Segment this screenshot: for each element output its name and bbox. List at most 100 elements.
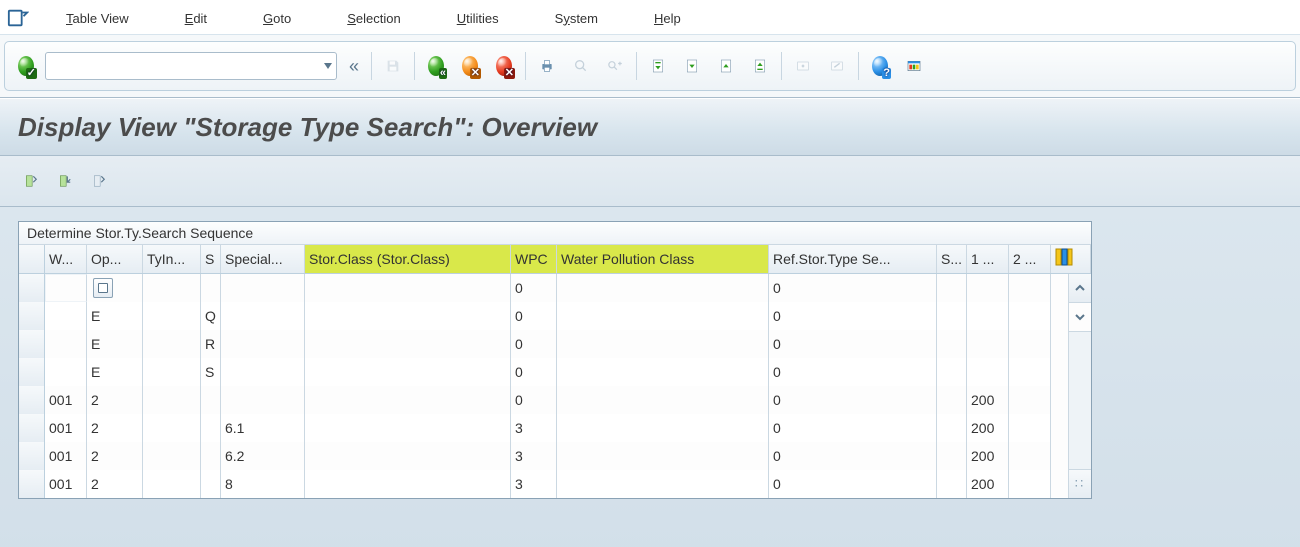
vertical-scrollbar[interactable]: ∷ xyxy=(1068,274,1091,498)
row-selector-header[interactable] xyxy=(19,245,45,273)
cell-warehouse[interactable] xyxy=(45,330,87,358)
cell-water-pollution-class[interactable] xyxy=(557,358,769,386)
cell-s[interactable]: R xyxy=(201,330,221,358)
first-page-button[interactable] xyxy=(643,51,673,81)
cell-type-indicator[interactable] xyxy=(143,302,201,330)
cell-1[interactable]: 200 xyxy=(967,470,1009,498)
cell-operation[interactable]: 2 xyxy=(87,386,143,414)
cell-warehouse[interactable] xyxy=(45,274,87,302)
print-button[interactable] xyxy=(532,51,562,81)
cell-1[interactable] xyxy=(967,358,1009,386)
cell-operation[interactable]: E xyxy=(87,330,143,358)
back-button[interactable]: « xyxy=(421,51,451,81)
scrollbar-track[interactable] xyxy=(1069,332,1091,469)
next-page-button[interactable] xyxy=(711,51,741,81)
col-special[interactable]: Special... xyxy=(221,245,305,273)
cell-s[interactable]: S xyxy=(201,358,221,386)
cell-water-pollution-class[interactable] xyxy=(557,470,769,498)
cell-ref-stor-type[interactable]: 0 xyxy=(769,274,937,302)
help-button[interactable]: ? xyxy=(865,51,895,81)
cell-warehouse[interactable] xyxy=(45,358,87,386)
generate-shortcut-button[interactable] xyxy=(822,51,852,81)
cell-operation[interactable]: 2 xyxy=(87,414,143,442)
cell-type-indicator[interactable] xyxy=(143,414,201,442)
find-button[interactable] xyxy=(566,51,596,81)
row-selector[interactable] xyxy=(19,358,45,386)
find-next-button[interactable] xyxy=(600,51,630,81)
cell-ref-stor-type[interactable]: 0 xyxy=(769,470,937,498)
cell-2[interactable] xyxy=(1009,274,1051,302)
cell-water-pollution-class[interactable] xyxy=(557,442,769,470)
enter-button[interactable]: ✓ xyxy=(11,51,41,81)
cell-s[interactable] xyxy=(201,442,221,470)
cell-storage-class[interactable] xyxy=(305,414,511,442)
row-selector[interactable] xyxy=(19,414,45,442)
col-type-indicator[interactable]: TyIn... xyxy=(143,245,201,273)
exit-button[interactable]: ✕ xyxy=(455,51,485,81)
cell-2[interactable] xyxy=(1009,414,1051,442)
cell-special[interactable] xyxy=(221,330,305,358)
cell-s2[interactable] xyxy=(937,302,967,330)
cell-water-pollution-class[interactable] xyxy=(557,386,769,414)
cell-special[interactable]: 8 xyxy=(221,470,305,498)
cell-wpc[interactable]: 3 xyxy=(511,470,557,498)
table-row[interactable]: 00 xyxy=(19,274,1068,302)
cell-ref-stor-type[interactable]: 0 xyxy=(769,442,937,470)
scroll-up-button[interactable] xyxy=(1069,274,1091,303)
cell-ref-stor-type[interactable]: 0 xyxy=(769,358,937,386)
cell-1[interactable] xyxy=(967,302,1009,330)
cell-wpc[interactable]: 0 xyxy=(511,302,557,330)
cell-type-indicator[interactable] xyxy=(143,386,201,414)
row-selector[interactable] xyxy=(19,274,45,302)
cell-wpc[interactable]: 0 xyxy=(511,386,557,414)
col-wpc[interactable]: WPC xyxy=(511,245,557,273)
cell-wpc[interactable]: 3 xyxy=(511,414,557,442)
ok-code-input[interactable] xyxy=(45,52,337,80)
col-storage-class[interactable]: Stor.Class (Stor.Class) xyxy=(305,245,511,273)
row-selector[interactable] xyxy=(19,386,45,414)
cell-operation[interactable]: E xyxy=(87,358,143,386)
cell-storage-class[interactable] xyxy=(305,274,511,302)
table-row[interactable]: 0012830200 xyxy=(19,470,1068,498)
cell-special[interactable] xyxy=(221,386,305,414)
cell-water-pollution-class[interactable] xyxy=(557,414,769,442)
cell-operation[interactable]: E xyxy=(87,302,143,330)
table-row[interactable]: E S 0 0 xyxy=(19,358,1068,386)
cell-wpc[interactable]: 0 xyxy=(511,358,557,386)
cell-storage-class[interactable] xyxy=(305,386,511,414)
table-row[interactable]: ER00 xyxy=(19,330,1068,358)
cell-type-indicator[interactable] xyxy=(143,274,201,302)
cell-1[interactable] xyxy=(967,330,1009,358)
cell-operation[interactable]: 2 xyxy=(87,470,143,498)
cell-s2[interactable] xyxy=(937,330,967,358)
cell-s2[interactable] xyxy=(937,386,967,414)
menu-table-view[interactable]: Table View xyxy=(58,7,137,30)
last-page-button[interactable] xyxy=(745,51,775,81)
row-selector[interactable] xyxy=(19,302,45,330)
cell-1[interactable]: 200 xyxy=(967,414,1009,442)
cell-wpc[interactable]: 0 xyxy=(511,330,557,358)
cell-s[interactable] xyxy=(201,470,221,498)
table-settings-button[interactable] xyxy=(1051,245,1091,273)
cell-storage-class[interactable] xyxy=(305,302,511,330)
cell-water-pollution-class[interactable] xyxy=(557,302,769,330)
cell-special[interactable] xyxy=(221,274,305,302)
cell-s2[interactable] xyxy=(937,274,967,302)
menu-selection[interactable]: Selection xyxy=(339,7,408,30)
cell-s2[interactable] xyxy=(937,358,967,386)
expand-all-button[interactable] xyxy=(18,168,44,194)
menu-utilities[interactable]: Utilities xyxy=(449,7,507,30)
cell-special[interactable] xyxy=(221,358,305,386)
row-selector[interactable] xyxy=(19,470,45,498)
cell-type-indicator[interactable] xyxy=(143,470,201,498)
col-s2[interactable]: S... xyxy=(937,245,967,273)
cell-warehouse[interactable]: 001 xyxy=(45,442,87,470)
col-water-pollution-class[interactable]: Water Pollution Class xyxy=(557,245,769,273)
col-ref-stor-type[interactable]: Ref.Stor.Type Se... xyxy=(769,245,937,273)
cell-warehouse[interactable] xyxy=(45,302,87,330)
cell-s[interactable] xyxy=(201,274,221,302)
cell-1[interactable] xyxy=(967,274,1009,302)
menu-edit[interactable]: Edit xyxy=(177,7,215,30)
cell-ref-stor-type[interactable]: 0 xyxy=(769,414,937,442)
cell-2[interactable] xyxy=(1009,330,1051,358)
